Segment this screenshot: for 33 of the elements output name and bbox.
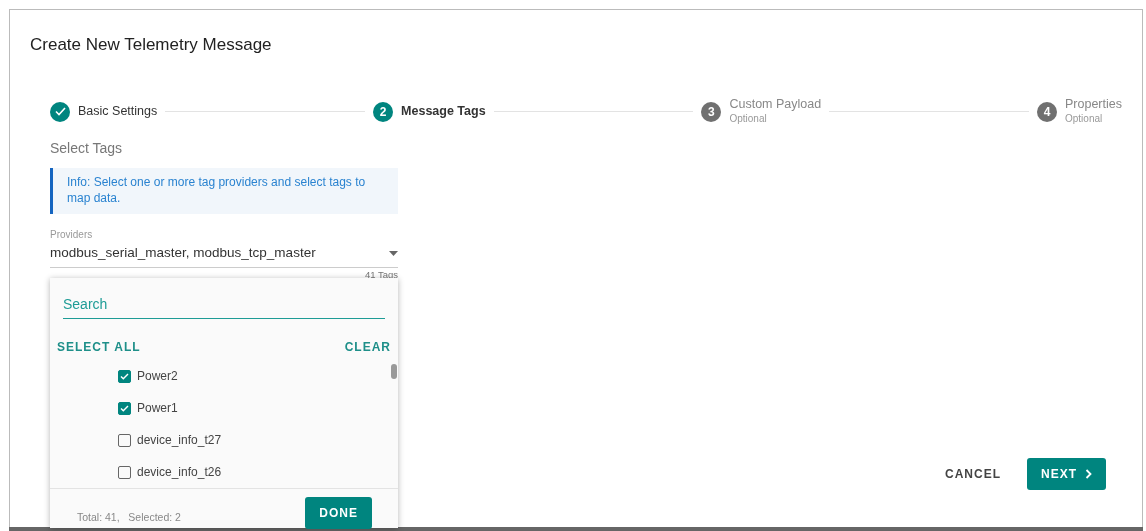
cancel-button[interactable]: CANCEL	[939, 464, 1007, 484]
caret-icon	[389, 250, 398, 256]
checkbox[interactable]	[118, 465, 131, 479]
chevron-right-icon	[1085, 469, 1092, 479]
checkbox[interactable]	[118, 433, 131, 447]
checkbox[interactable]	[118, 369, 131, 383]
step-number: 3	[701, 101, 722, 122]
section-title: Select Tags	[50, 138, 124, 158]
selection-summary: Total: 41, Selected: 2	[77, 509, 181, 525]
step-number: 2	[373, 101, 394, 122]
tag-label: Power2	[137, 368, 178, 385]
info-message: Info: Select one or more tag providers and select tags to map data.	[50, 167, 398, 215]
step-number: 4	[1037, 101, 1057, 122]
tag-label: Power1	[137, 400, 178, 417]
step-label: Custom Payload	[729, 97, 822, 111]
providers-label: Providers	[50, 228, 94, 243]
tag-label: device_info_t26	[137, 464, 222, 481]
done-button[interactable]: DONE	[305, 496, 372, 529]
step-label: Message Tags	[401, 105, 486, 119]
tag-label: device_info_t27	[137, 432, 222, 449]
providers-select[interactable]: modbus_serial_master, modbus_tcp_master	[50, 242, 398, 269]
dialog-title: Create New Telemetry Message	[30, 34, 273, 56]
tag-count: 41 Tags	[363, 270, 398, 280]
step-label: Properties	[1065, 97, 1122, 111]
clear-button[interactable]: CLEAR	[344, 333, 391, 360]
step-label: Basic Settings	[78, 105, 158, 119]
next-button[interactable]: NEXT	[1027, 458, 1106, 490]
step-sublabel: Optional	[1065, 111, 1104, 126]
search-field[interactable]: Search	[63, 292, 385, 319]
step-sublabel: Optional	[729, 111, 768, 126]
scrollbar-thumb[interactable]	[391, 364, 397, 379]
select-all-button[interactable]: SELECT ALL	[57, 333, 141, 360]
checkbox[interactable]	[118, 401, 131, 415]
